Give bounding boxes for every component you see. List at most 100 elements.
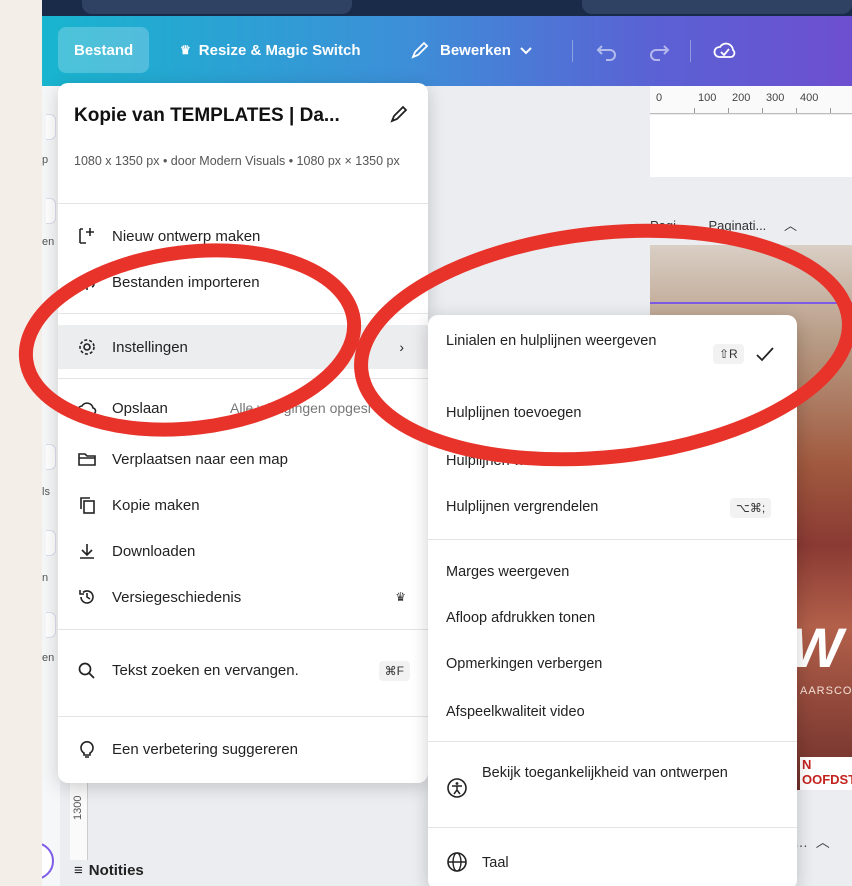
top-pill <box>582 0 852 14</box>
cloud-check-icon <box>76 397 98 419</box>
video-quality-item[interactable]: Afspeelkwaliteit video <box>446 701 585 723</box>
ruler-tick: 100 <box>698 92 717 104</box>
browser-top-strip <box>42 0 852 16</box>
download-item[interactable]: Downloaden <box>58 529 428 573</box>
item-label: Afloop afdrukken tonen <box>446 610 596 626</box>
add-guides-item[interactable]: Hulplijnen toevoegen <box>446 402 581 424</box>
file-menu: Kopie van TEMPLATES | Da... 1080 x 1350 … <box>58 83 428 783</box>
accessibility-icon <box>447 778 467 798</box>
item-label: Hulplijnen wissen <box>446 453 559 469</box>
edit-label: Bewerken <box>440 41 511 59</box>
import-icon <box>76 271 98 293</box>
hide-comments-item[interactable]: Opmerkingen verbergen <box>446 653 602 675</box>
top-pill <box>82 0 352 14</box>
chevron-down-icon <box>520 47 532 55</box>
new-design-item[interactable]: Nieuw ontwerp maken <box>58 214 428 258</box>
crown-icon: ♛ <box>180 43 191 57</box>
chevron-up-icon[interactable]: ︿ <box>784 218 797 233</box>
item-label: Opmerkingen verbergen <box>446 656 603 672</box>
item-label: Bekijk toegankelijkheid van ontwerpen <box>482 765 728 781</box>
side-label: en <box>42 652 55 664</box>
side-label: ls <box>42 486 50 498</box>
chevron-right-icon: › <box>399 339 404 355</box>
editor-toolbar: Bestand ♛ Resize & Magic Switch Bewerken <box>42 16 852 86</box>
edit-button[interactable]: Bewerken <box>394 27 549 73</box>
suggest-improvement-item[interactable]: Een verbetering suggereren <box>58 727 428 771</box>
toolbar-separator <box>572 40 573 62</box>
item-label: Afspeelkwaliteit video <box>446 704 585 720</box>
new-design-icon <box>76 225 98 247</box>
cloud-check-icon[interactable] <box>712 38 738 64</box>
divider <box>428 741 797 742</box>
horizontal-ruler: 0 100 200 300 400 <box>650 86 852 114</box>
show-rulers-item[interactable]: Linialen en hulplijnen weergeven <box>446 330 666 352</box>
find-replace-item[interactable]: Tekst zoeken en vervangen. ⌘F <box>58 643 428 699</box>
item-label: Bestanden importeren <box>112 273 260 291</box>
shortcut-badge: ⌥⌘; <box>730 498 772 518</box>
design-title[interactable]: Kopie van TEMPLATES | Da... <box>74 105 340 127</box>
move-to-folder-item[interactable]: Verplaatsen naar een map <box>58 437 428 481</box>
item-label: Opslaan <box>112 399 168 417</box>
pencil-icon <box>411 41 429 59</box>
divider <box>58 629 428 630</box>
lock-guides-item[interactable]: Hulplijnen vergrendelen <box>446 496 598 518</box>
side-tab[interactable] <box>46 198 56 224</box>
page-label: Pagi... <box>650 218 687 233</box>
side-tab[interactable] <box>46 444 56 470</box>
undo-icon[interactable] <box>594 38 620 64</box>
item-label: Linialen en hulplijnen weergeven <box>446 333 657 349</box>
resize-label: Resize & Magic Switch <box>198 41 361 59</box>
page-label: Paginati... <box>708 218 767 233</box>
crown-icon: ♛ <box>395 590 406 604</box>
redo-icon[interactable] <box>646 38 672 64</box>
ruler-tick: 400 <box>800 92 819 104</box>
item-label: Verplaatsen naar een map <box>112 450 288 468</box>
file-menu-button[interactable]: Bestand <box>58 27 150 73</box>
save-item[interactable]: Opslaan Alle wijzigingen opgesl <box>58 386 428 430</box>
language-item[interactable]: Taal <box>482 852 509 874</box>
make-copy-item[interactable]: Kopie maken <box>58 483 428 527</box>
resize-button[interactable]: ♛ Resize & Magic Switch <box>164 27 376 73</box>
gear-icon <box>76 336 98 358</box>
version-history-item[interactable]: Versiegeschiedenis ♛ <box>58 575 428 619</box>
item-label: Marges weergeven <box>446 564 570 580</box>
ruler-tick: 300 <box>766 92 785 104</box>
folder-icon <box>76 448 98 470</box>
search-icon <box>76 660 98 682</box>
divider <box>58 378 428 379</box>
pencil-icon[interactable] <box>388 103 410 125</box>
settings-item[interactable]: Instellingen › <box>58 325 428 369</box>
divider <box>428 539 797 540</box>
notes-button[interactable]: ≡ Notities <box>74 862 144 879</box>
divider <box>58 203 428 204</box>
import-files-item[interactable]: Bestanden importeren <box>58 260 428 304</box>
side-tab[interactable] <box>46 114 56 140</box>
show-bleed-item[interactable]: Afloop afdrukken tonen <box>446 607 595 629</box>
side-label: en <box>42 236 55 248</box>
show-margins-item[interactable]: Marges weergeven <box>446 561 569 583</box>
item-label: Een verbetering suggereren <box>112 740 298 758</box>
copy-icon <box>76 494 98 516</box>
clear-guides-item[interactable]: Hulplijnen wissen <box>446 450 558 472</box>
design-banner: N OOFDST <box>800 757 852 790</box>
chevron-up-icon[interactable]: … ︿ <box>794 832 830 852</box>
design-text: OOFDST <box>802 772 852 787</box>
divider <box>428 827 797 828</box>
item-label: Versiegeschiedenis <box>112 588 242 606</box>
page-thumbnail[interactable] <box>650 115 852 177</box>
item-label: Tekst zoeken en vervangen. <box>112 662 299 679</box>
guide-line <box>650 302 852 304</box>
lightbulb-icon <box>76 738 98 760</box>
notes-icon: ≡ <box>74 862 83 879</box>
side-tab[interactable] <box>46 530 56 556</box>
settings-submenu: Linialen en hulplijnen weergeven ⇧R Hulp… <box>428 315 797 886</box>
side-tab[interactable] <box>46 612 56 638</box>
item-label: Downloaden <box>112 542 196 560</box>
accessibility-item[interactable]: Bekijk toegankelijkheid van ontwerpen <box>482 762 732 784</box>
page-header: Pagi... Paginati... ︿ <box>650 215 852 234</box>
history-icon <box>76 586 98 608</box>
item-label: Hulplijnen vergrendelen <box>446 499 599 515</box>
checkmark-icon <box>756 347 774 362</box>
design-text: N <box>802 757 812 772</box>
divider <box>58 716 428 717</box>
